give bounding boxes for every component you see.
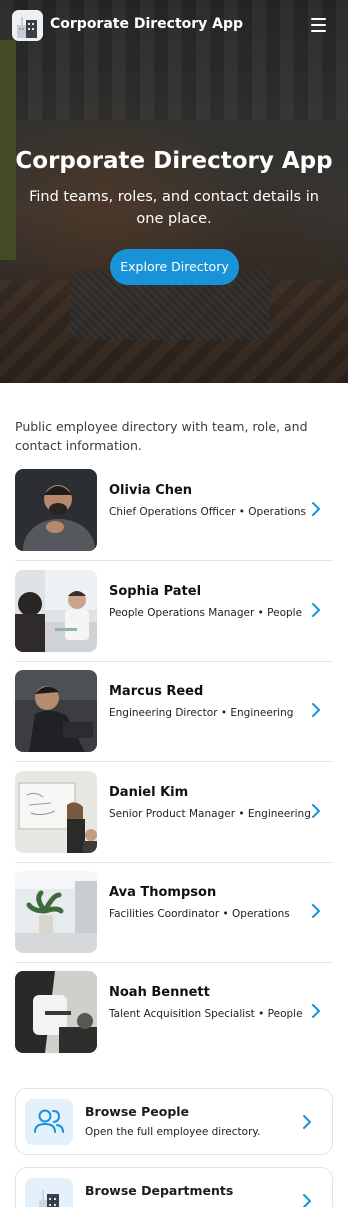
person-role: People Operations Manager • People <box>109 607 303 619</box>
avatar <box>15 469 97 551</box>
chevron-right-icon[interactable] <box>310 903 322 919</box>
person-name: Ava Thompson <box>109 885 217 900</box>
person-name: Daniel Kim <box>109 785 189 800</box>
chevron-right-icon[interactable] <box>310 702 322 718</box>
person-role: Senior Product Manager • Engineering <box>109 808 311 820</box>
person-name: Sophia Patel <box>109 584 202 599</box>
list-item[interactable]: Olivia Chen Chief Operations Officer • O… <box>15 460 333 561</box>
list-item[interactable]: Ava Thompson Facilities Coordinator • Op… <box>15 862 333 963</box>
chevron-right-icon[interactable] <box>310 602 322 618</box>
list-item[interactable]: Sophia Patel People Operations Manager •… <box>15 561 333 662</box>
chevron-right-icon[interactable] <box>310 803 322 819</box>
person-role: Talent Acquisition Specialist • People <box>109 1008 303 1020</box>
list-item[interactable]: Noah Bennett Talent Acquisition Speciali… <box>15 962 333 1063</box>
chevron-right-icon[interactable] <box>301 1193 313 1207</box>
people-icon <box>25 1099 73 1145</box>
chevron-right-icon[interactable] <box>310 501 322 517</box>
person-role: Facilities Coordinator • Operations <box>109 908 290 920</box>
avatar <box>15 971 97 1053</box>
app-name[interactable]: Corporate Directory App <box>50 16 243 32</box>
list-item[interactable]: Marcus Reed Engineering Director • Engin… <box>15 661 333 762</box>
person-role: Engineering Director • Engineering <box>109 707 294 719</box>
top-bar: Corporate Directory App <box>0 0 348 50</box>
building-icon <box>25 1178 73 1207</box>
avatar <box>15 871 97 953</box>
avatar <box>15 771 97 853</box>
intro-text: Public employee directory with team, rol… <box>15 419 308 453</box>
avatar <box>15 670 97 752</box>
chevron-right-icon[interactable] <box>301 1114 313 1130</box>
hero-banner: Corporate Directory App Corporate Direct… <box>0 0 348 383</box>
hero-subtitle: Find teams, roles, and contact details i… <box>29 189 319 227</box>
person-role: Chief Operations Officer • Operations <box>109 506 307 518</box>
browse-departments-card[interactable]: Browse Departments <box>15 1167 333 1207</box>
person-name: Marcus Reed <box>109 684 204 699</box>
avatar <box>15 570 97 652</box>
hamburger-menu-icon[interactable] <box>311 18 327 32</box>
explore-directory-button[interactable]: Explore Directory <box>110 249 239 285</box>
chevron-right-icon[interactable] <box>310 1003 322 1019</box>
card-title: Browse People <box>85 1104 190 1119</box>
list-item[interactable]: Daniel Kim Senior Product Manager • Engi… <box>15 762 333 863</box>
card-title: Browse Departments <box>85 1183 234 1198</box>
hero-title: Corporate Directory App <box>15 148 333 174</box>
person-name: Olivia Chen <box>109 483 193 498</box>
person-name: Noah Bennett <box>109 985 210 1000</box>
card-description: Open the full employee directory. <box>85 1126 261 1138</box>
building-icon[interactable] <box>12 10 43 41</box>
browse-people-card[interactable]: Browse People Open the full employee dir… <box>15 1088 333 1155</box>
